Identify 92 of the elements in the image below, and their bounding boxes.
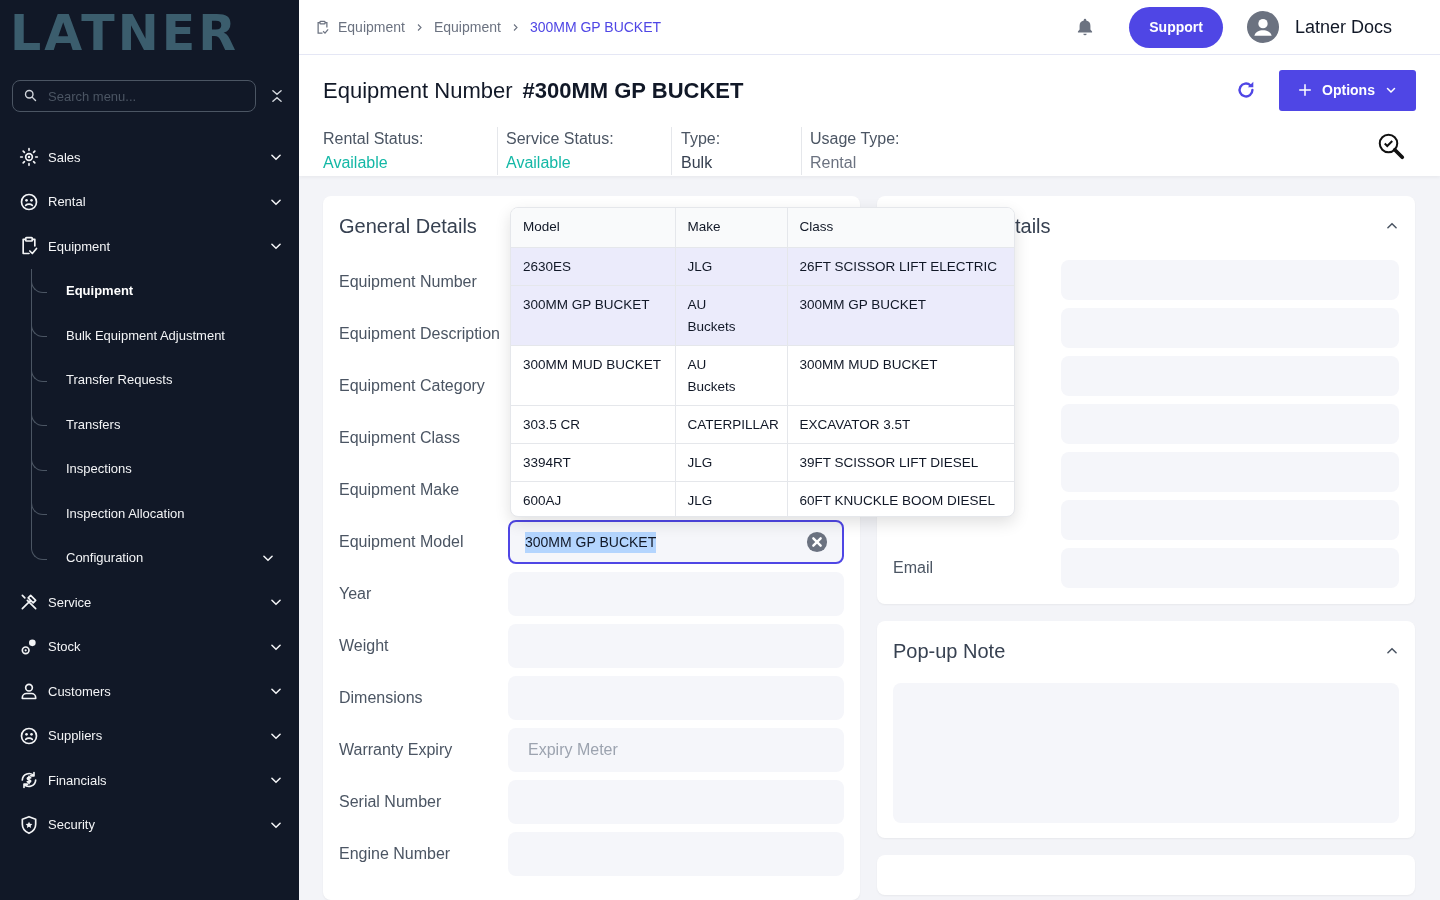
dollar-cycle-icon — [19, 770, 39, 791]
sidebar-item[interactable]: Rental — [0, 179, 299, 224]
dropdown-row[interactable]: 2630ES JLG 26FT SCISSOR LIFT ELECTRIC — [511, 247, 1014, 285]
card-title: tails — [1015, 214, 1051, 239]
combo-field[interactable]: 300MM GP BUCKET — [508, 520, 844, 564]
sidebar-subitem[interactable]: Inspection Allocation — [31, 491, 299, 536]
field-label: Warranty Expiry — [339, 740, 454, 760]
dropdown-row[interactable]: 300MM MUD BUCKET AU Buckets 300MM MUD BUCKET — [511, 345, 1014, 405]
tools-icon — [19, 592, 39, 613]
status-label: Type: — [681, 129, 722, 150]
column-header: Model — [511, 208, 675, 247]
column-header: Make — [675, 208, 787, 247]
clipboard-check-icon — [19, 236, 39, 257]
equipment-number: #300MM GP BUCKET — [522, 76, 744, 105]
sidebar-item[interactable]: Security — [0, 802, 299, 847]
field-label: Weight — [339, 636, 390, 656]
table-cell: 303.5 CR — [523, 416, 581, 432]
status-value: Available — [506, 153, 572, 174]
sidebar-item[interactable]: Customers — [0, 669, 299, 714]
breadcrumb-link[interactable]: 300MM GP BUCKET — [529, 16, 662, 38]
shield-star-icon — [19, 814, 39, 835]
table-cell: 300MM GP BUCKET — [799, 296, 927, 312]
sidebar-item[interactable]: Service — [0, 580, 299, 625]
logo: LATNER — [9, 4, 240, 58]
card-title: Pop-up Note — [893, 639, 1006, 664]
breadcrumb-link[interactable]: Equipment — [433, 16, 501, 38]
sidebar-item[interactable]: Suppliers — [0, 713, 299, 758]
table-cell: 60FT KNUCKLE BOOM DIESEL — [799, 492, 996, 508]
table-cell: 39FT SCISSOR LIFT DIESEL — [799, 454, 979, 470]
field-label: Equipment Class — [339, 428, 461, 448]
table-cell: JLG — [687, 492, 713, 508]
field-label: Equipment Number — [339, 272, 478, 292]
clipboard-check-icon — [315, 19, 330, 35]
page-title: Equipment Number — [323, 76, 513, 105]
status-value: Bulk — [681, 153, 714, 174]
field-label: Equipment Description — [339, 324, 501, 344]
table-cell: 3394RT — [523, 454, 571, 470]
status-value: Rental — [810, 153, 858, 174]
field-label: Year — [339, 584, 373, 604]
table-cell: 26FT SCISSOR LIFT ELECTRIC — [799, 258, 998, 274]
sidebar-item[interactable]: Stock — [0, 624, 299, 669]
gear-icon — [19, 147, 39, 168]
input-field[interactable]: Expiry Meter — [508, 728, 844, 772]
status-label: Usage Type: — [810, 129, 900, 150]
table-cell: 300MM MUD BUCKET — [523, 356, 662, 372]
sidebar-subitem[interactable]: Inspections — [31, 446, 299, 491]
card-title: General Details — [339, 215, 477, 237]
breadcrumb-link[interactable]: Equipment — [338, 16, 405, 38]
dropdown-row[interactable]: 303.5 CR CATERPILLAR EXCAVATOR 3.5T — [511, 405, 1014, 443]
sidebar-subitem[interactable]: Equipment — [31, 268, 299, 313]
search-field[interactable]: Search menu... — [12, 80, 256, 112]
field-label: Equipment Make — [339, 480, 461, 500]
smiley-icon — [19, 191, 39, 212]
smiley-icon — [19, 725, 39, 746]
sidebar-item[interactable]: Financials — [0, 758, 299, 803]
table-cell: 300MM MUD BUCKET — [799, 356, 938, 372]
field-label: Equipment Category — [339, 376, 486, 396]
field-label: Serial Number — [339, 792, 443, 812]
table-cell: 600AJ — [523, 492, 562, 508]
avatar-icon[interactable] — [1246, 11, 1279, 44]
search-icon — [23, 88, 38, 103]
plus-icon — [1298, 83, 1313, 98]
dropdown-row[interactable]: 300MM GP BUCKET AU Buckets 300MM GP BUCKET — [511, 285, 1014, 345]
options-button[interactable]: Options — [1279, 69, 1416, 111]
search-check-icon[interactable] — [1376, 131, 1406, 162]
field-label: Equipment Model — [339, 532, 465, 552]
status-label: Service Status: — [506, 129, 615, 150]
status-label: Rental Status: — [323, 129, 425, 150]
table-cell: 2630ES — [523, 258, 572, 274]
sidebar-subitem[interactable]: Transfer Requests — [31, 357, 299, 402]
person-icon — [19, 681, 39, 702]
sidebar-subitem[interactable]: Bulk Equipment Adjustment — [31, 313, 299, 358]
support-button[interactable]: Support — [1129, 6, 1223, 48]
field-label: Engine Number — [339, 844, 452, 864]
status-value: Available — [323, 153, 389, 174]
sidebar-item[interactable]: Sales — [0, 135, 299, 180]
table-cell: 300MM GP BUCKET — [523, 296, 650, 312]
table-cell: CATERPILLAR — [687, 416, 779, 432]
table-cell-text: AU Buckets — [687, 295, 737, 336]
dropdown-row[interactable]: 600AJ JLG 60FT KNUCKLE BOOM DIESEL — [511, 481, 1014, 516]
user-name[interactable]: Latner Docs — [1294, 13, 1392, 41]
table-cell: JLG — [687, 454, 713, 470]
clear-icon[interactable] — [806, 531, 828, 553]
dropdown-row[interactable]: 3394RT JLG 39FT SCISSOR LIFT DIESEL — [511, 443, 1014, 481]
sidebar-item[interactable]: Equipment — [0, 224, 299, 269]
table-cell: EXCAVATOR 3.5T — [799, 416, 911, 432]
field-label: Dimensions — [339, 688, 424, 708]
table-cell-text: AU Buckets — [687, 355, 737, 396]
field-label: Email — [893, 558, 934, 578]
column-header: Class — [787, 208, 1014, 247]
table-cell: JLG — [687, 258, 713, 274]
sidebar-subitem[interactable]: Transfers — [31, 402, 299, 447]
